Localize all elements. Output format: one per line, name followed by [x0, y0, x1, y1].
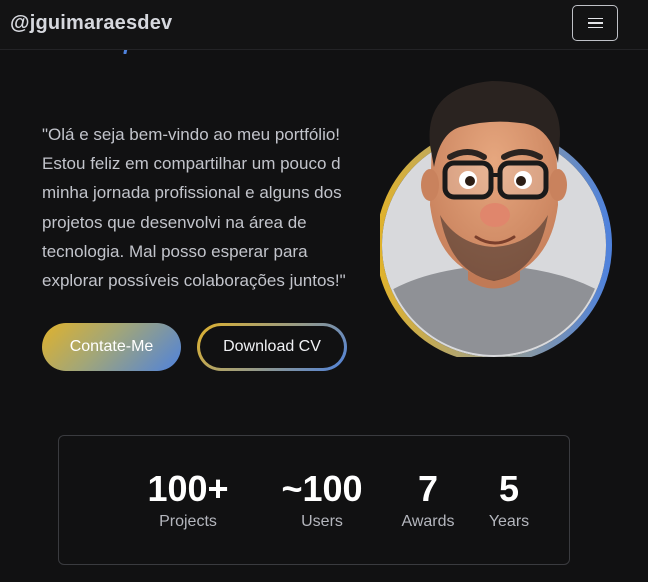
intro-line: Estou feliz em compartilhar um pouco d	[42, 154, 341, 174]
hamburger-line	[587, 22, 603, 24]
intro-line: "Olá e seja bem-vindo ao meu portfólio!	[42, 125, 341, 144]
stat-years: 5 Years	[481, 469, 537, 531]
download-cv-inner: Download CV	[200, 326, 344, 368]
intro-line: tecnologia. Mal posso esperar para	[42, 241, 308, 261]
contact-me-button[interactable]: Contate-Me	[42, 323, 181, 371]
stat-value: 5	[498, 468, 520, 509]
intro-line: projetos que desenvolvi na área de	[42, 212, 307, 232]
brand-handle[interactable]: @jguimaraesdev	[10, 12, 172, 35]
intro-line: explorar possíveis colaborações juntos!"	[42, 271, 346, 291]
stat-awards: 7 Awards	[397, 469, 459, 531]
intro-text: "Olá e seja bem-vindo ao meu portfólio! …	[42, 120, 387, 295]
stat-value: ~100	[281, 468, 363, 509]
stat-label: Awards	[401, 513, 455, 530]
download-cv-button[interactable]: Download CV	[197, 323, 347, 371]
intro-line: minha jornada profissional e alguns dos	[42, 183, 342, 203]
stat-users: ~100 Users	[267, 469, 377, 531]
contact-me-label: Contate-Me	[69, 338, 154, 355]
hamburger-line	[587, 17, 603, 20]
stat-label: Projects	[159, 513, 217, 530]
stats-panel: 100+ Projects ~100 Users 7 Awards 5 Year…	[58, 435, 570, 565]
hamburger-line	[587, 26, 603, 29]
menu-toggle-button[interactable]	[572, 5, 618, 41]
stat-projects: 100+ Projects	[141, 469, 235, 531]
profile-avatar	[380, 75, 624, 357]
avatar-illustration	[380, 81, 612, 357]
stat-value: 100+	[147, 468, 229, 509]
download-cv-label: Download CV	[223, 338, 321, 355]
stat-label: Users	[301, 513, 343, 530]
stat-label: Years	[488, 513, 530, 530]
navbar: @jguimaraesdev	[0, 0, 648, 50]
stat-value: 7	[417, 468, 439, 509]
